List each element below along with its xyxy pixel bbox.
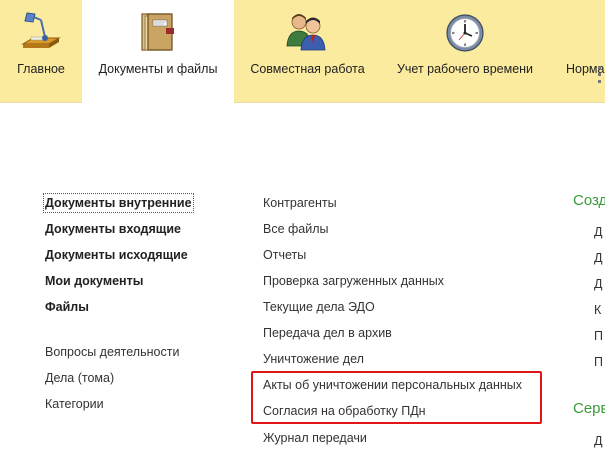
link-internal-documents[interactable]: Документы внутренние: [43, 193, 194, 213]
create-item[interactable]: Д: [594, 250, 602, 266]
section-documents[interactable]: Документы и файлы: [82, 0, 234, 104]
link-all-files[interactable]: Все файлы: [263, 221, 329, 237]
create-item[interactable]: Д: [594, 224, 602, 240]
link-incoming-documents[interactable]: Документы входящие: [45, 221, 181, 237]
link-check-loaded-data[interactable]: Проверка загруженных данных: [263, 273, 444, 289]
service-item[interactable]: Д: [594, 433, 602, 449]
service-heading: Серв: [573, 400, 605, 417]
more-sections-indicator[interactable]: [598, 66, 602, 87]
link-case-destruction[interactable]: Уничтожение дел: [263, 351, 364, 367]
link-categories[interactable]: Категории: [45, 396, 104, 412]
link-transfer-journal[interactable]: Журнал передачи: [263, 430, 367, 446]
section-label: Документы и файлы: [98, 62, 218, 76]
section-collaboration[interactable]: Совместная работа: [234, 0, 381, 103]
link-current-edo-cases[interactable]: Текущие дела ЭДО: [263, 299, 375, 315]
create-heading: Созд: [573, 192, 605, 209]
people-icon: [286, 14, 326, 51]
desk-lamp-icon: [21, 12, 61, 48]
section-normative[interactable]: Норма: [549, 0, 605, 103]
link-my-documents[interactable]: Мои документы: [45, 273, 143, 289]
section-main[interactable]: Главное: [0, 0, 82, 103]
link-reports[interactable]: Отчеты: [263, 247, 306, 263]
link-files[interactable]: Файлы: [45, 299, 89, 315]
clock-icon: [446, 14, 484, 52]
binder-icon: [141, 13, 174, 51]
link-outgoing-documents[interactable]: Документы исходящие: [45, 247, 188, 263]
section-label: Главное: [17, 62, 65, 76]
link-transfer-to-archive[interactable]: Передача дел в архив: [263, 325, 392, 341]
create-item[interactable]: К: [594, 302, 601, 318]
link-counterparties[interactable]: Контрагенты: [263, 195, 337, 211]
section-label: Учет рабочего времени: [396, 62, 534, 76]
create-item[interactable]: Д: [594, 276, 602, 292]
section-time-tracking[interactable]: Учет рабочего времени: [381, 0, 549, 103]
create-item[interactable]: П: [594, 354, 603, 370]
highlight-box: [251, 371, 542, 424]
create-item[interactable]: П: [594, 328, 603, 344]
link-cases-volumes[interactable]: Дела (тома): [45, 370, 114, 386]
section-label: Совместная работа: [250, 62, 365, 76]
link-activity-questions[interactable]: Вопросы деятельности: [45, 344, 179, 360]
